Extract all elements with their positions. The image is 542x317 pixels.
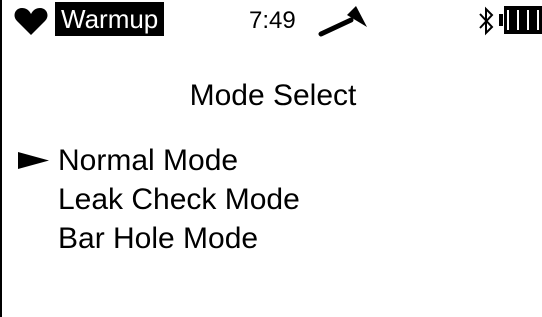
battery-icon [499, 6, 542, 34]
clock-time: 7:49 [249, 7, 296, 34]
bluetooth-icon [479, 6, 494, 36]
signal-icon [318, 6, 367, 37]
menu-item-bar-hole-mode[interactable]: Bar Hole Mode [2, 219, 542, 258]
menu-item-label: Normal Mode [58, 144, 239, 177]
menu-item-label: Leak Check Mode [58, 183, 300, 216]
warmup-status-badge: Warmup [55, 2, 165, 36]
menu-item-leak-check-mode[interactable]: Leak Check Mode [2, 180, 542, 219]
menu-item-normal-mode[interactable]: Normal Mode [2, 141, 542, 180]
page-title: Mode Select [189, 79, 357, 112]
mode-menu: Normal Mode Leak Check Mode Bar Hole Mod… [2, 141, 542, 258]
selection-arrow-icon [18, 152, 49, 169]
menu-item-label: Bar Hole Mode [58, 222, 259, 255]
device-screen: Warmup 7:49 Mode Select Normal Mode Leak… [0, 0, 542, 317]
heart-icon [14, 8, 48, 35]
status-bar: Warmup 7:49 [2, 0, 542, 40]
